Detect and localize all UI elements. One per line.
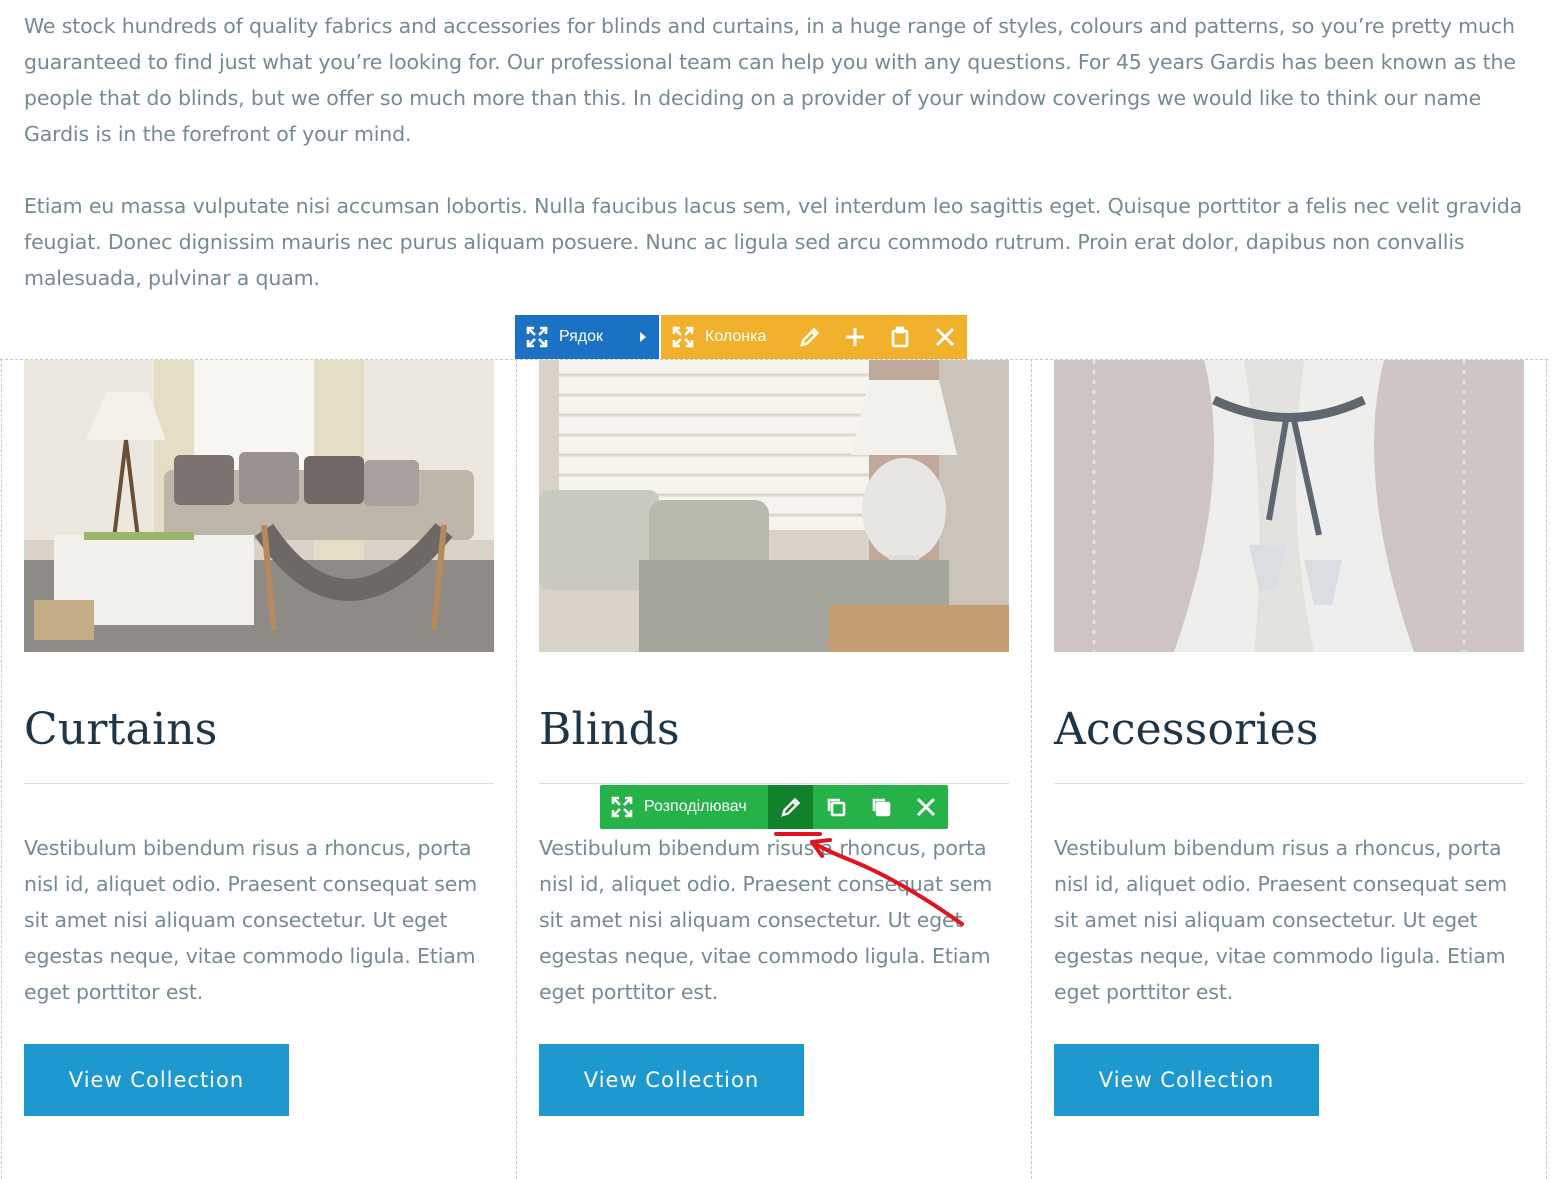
move-icon[interactable] — [515, 315, 559, 359]
divider-toolbar: Розподілювач — [600, 785, 948, 829]
view-collection-button[interactable]: View Collection — [24, 1044, 289, 1116]
pencil-icon[interactable] — [787, 315, 832, 359]
column-toolbar: Колонка — [661, 315, 967, 359]
move-icon[interactable] — [661, 315, 705, 359]
collection-description: Vestibulum bibendum risus a rhoncus, por… — [1054, 836, 1508, 1004]
column-outline-3 — [1031, 359, 1032, 1179]
row-outline-right — [1546, 359, 1547, 1179]
collection-description: Vestibulum bibendum risus a rhoncus, por… — [539, 836, 993, 1004]
curtains-photo — [24, 360, 494, 652]
collection-title: Blinds — [539, 704, 680, 755]
row-label: Рядок — [559, 328, 604, 345]
title-divider — [1054, 783, 1524, 784]
column-outline-2 — [516, 359, 517, 1179]
view-collection-button[interactable]: View Collection — [539, 1044, 804, 1116]
title-divider — [24, 783, 494, 784]
column-outline-1 — [1, 359, 2, 1179]
close-icon[interactable] — [903, 785, 948, 829]
collection-description: Vestibulum bibendum risus a rhoncus, por… — [24, 836, 478, 1004]
copy-icon[interactable] — [858, 785, 903, 829]
plus-icon[interactable] — [832, 315, 877, 359]
collection-title: Accessories — [1054, 704, 1319, 755]
move-icon[interactable] — [600, 785, 644, 829]
intro-paragraph-1: We stock hundreds of quality fabrics and… — [24, 14, 1516, 146]
duplicate-icon[interactable] — [813, 785, 858, 829]
collection-title: Curtains — [24, 704, 218, 755]
column-label: Колонка — [705, 328, 767, 345]
clipboard-icon[interactable] — [877, 315, 922, 359]
accessories-photo — [1054, 360, 1524, 652]
pencil-icon[interactable] — [768, 785, 813, 829]
divider-label: Розподілювач — [644, 798, 747, 815]
title-divider — [539, 783, 1009, 784]
close-icon[interactable] — [922, 315, 967, 359]
row-toolbar: Рядок — [515, 315, 659, 359]
blinds-photo — [539, 360, 1009, 652]
view-collection-button[interactable]: View Collection — [1054, 1044, 1319, 1116]
caret-right-icon[interactable] — [627, 315, 659, 359]
intro-paragraph-2: Etiam eu massa vulputate nisi accumsan l… — [24, 194, 1523, 290]
